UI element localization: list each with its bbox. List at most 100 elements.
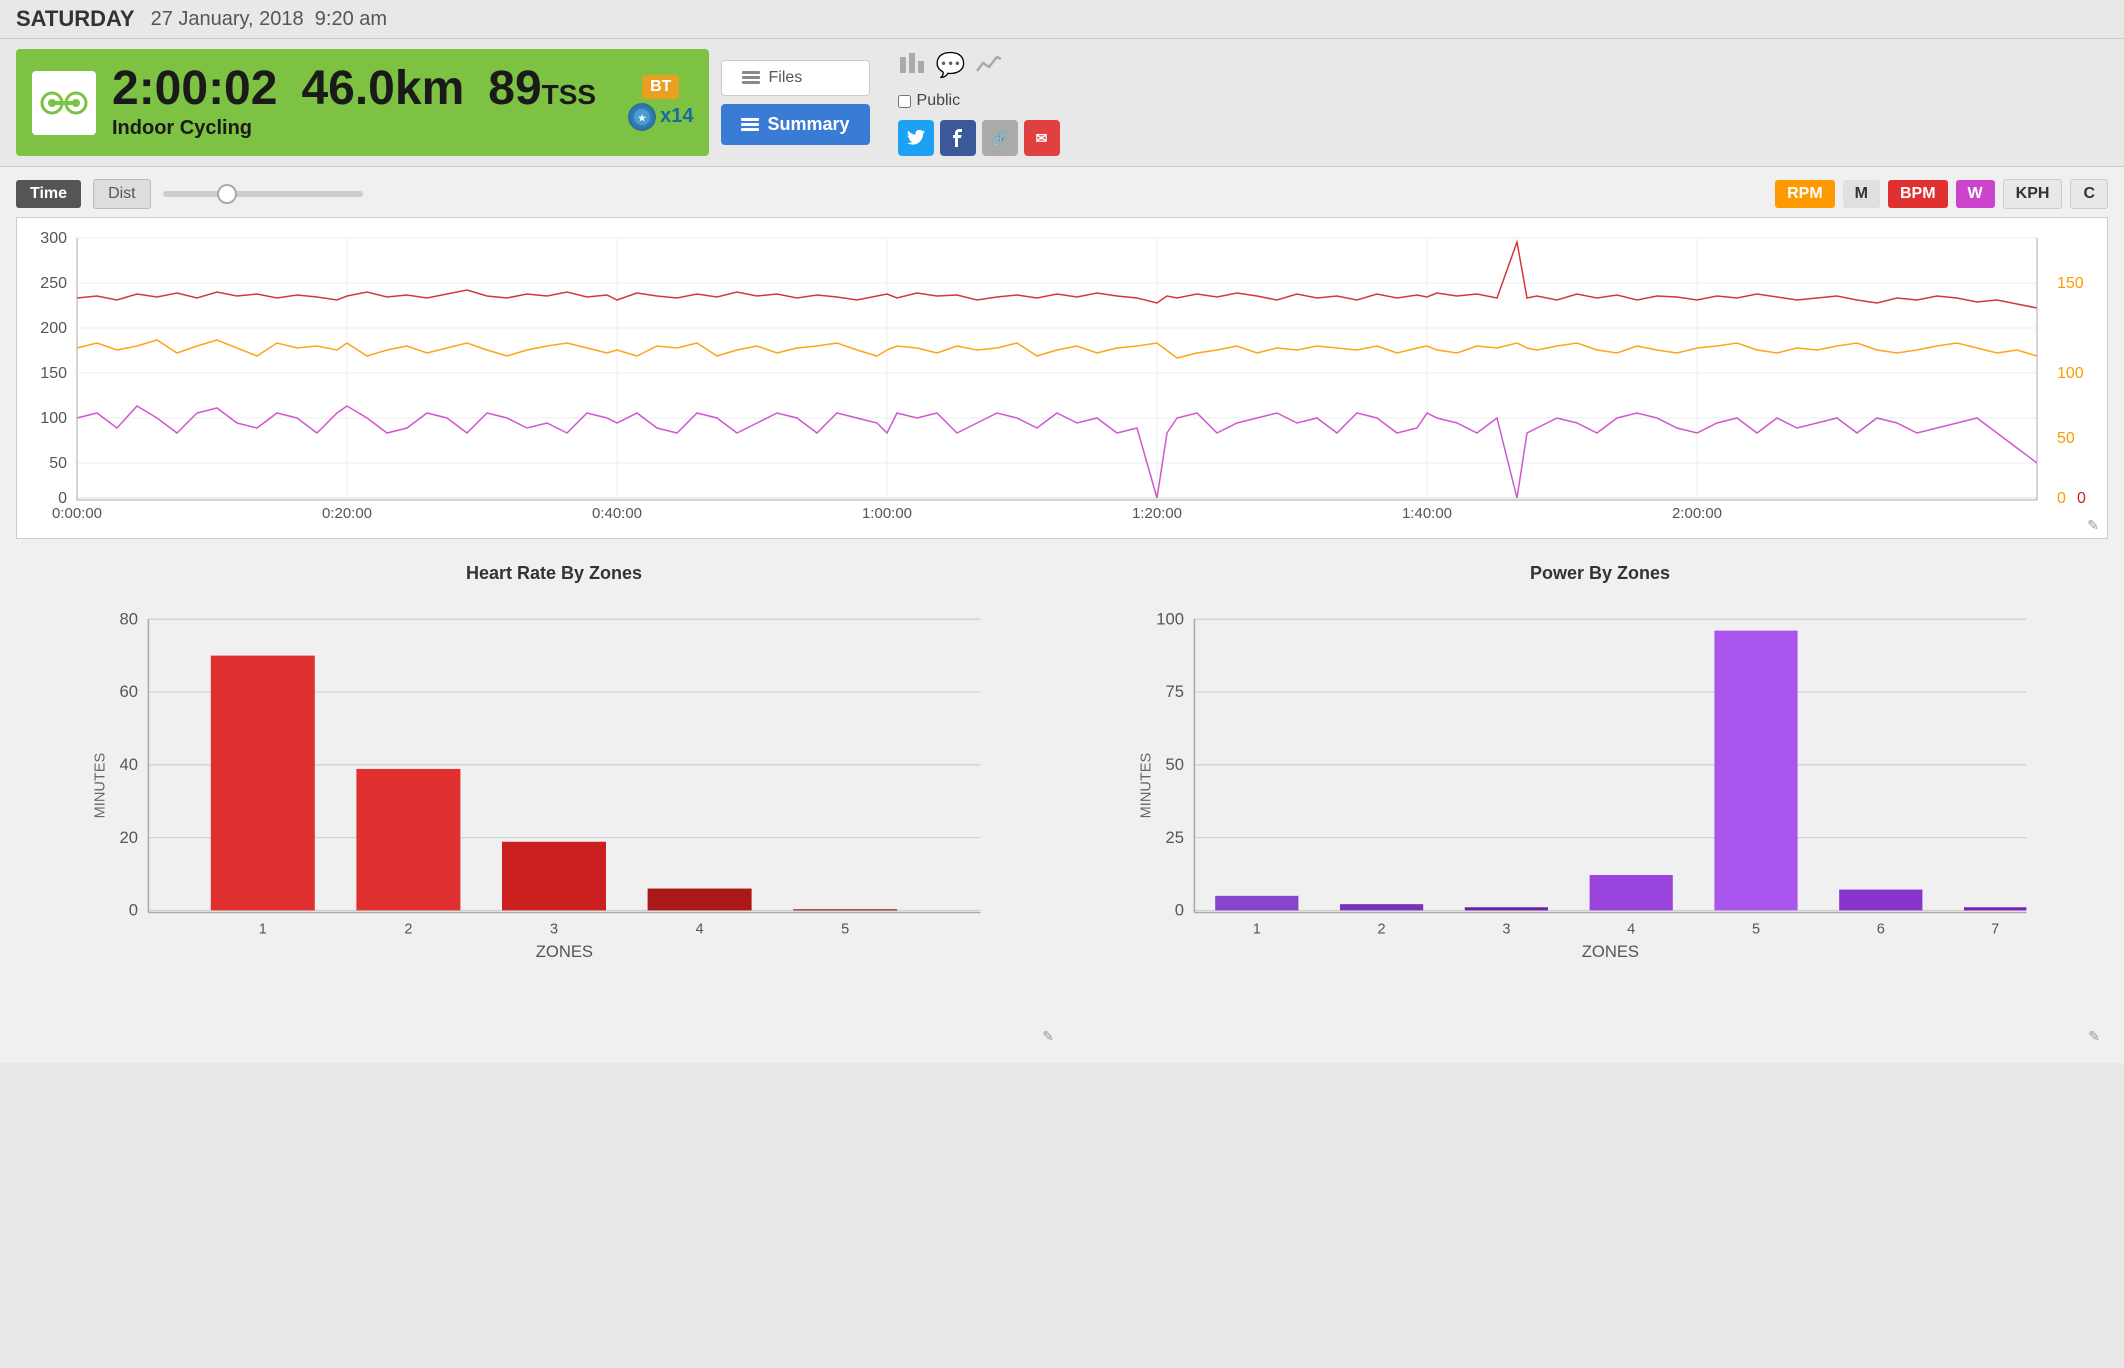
c-button[interactable]: C — [2070, 179, 2108, 209]
dist-button[interactable]: Dist — [93, 179, 151, 209]
toolbar-icons: 💬 — [898, 49, 1060, 82]
w-button[interactable]: W — [1956, 180, 1995, 208]
bottom-charts: Heart Rate By Zones 80 60 40 20 0 — [16, 547, 2108, 1051]
chart-range-slider[interactable] — [163, 191, 363, 197]
activity-badges: BT ★ x14 — [628, 75, 693, 131]
svg-text:1:00:00: 1:00:00 — [862, 505, 912, 522]
svg-text:3: 3 — [1502, 921, 1510, 937]
svg-text:150: 150 — [2057, 275, 2084, 292]
svg-text:20: 20 — [120, 828, 139, 847]
svg-text:★: ★ — [638, 113, 647, 123]
twitter-icon — [907, 130, 925, 146]
heart-rate-corner-icon: ✎ — [1042, 1028, 1054, 1045]
time-series-svg: 300 250 200 150 100 50 0 150 100 50 0 0 … — [17, 218, 2107, 538]
activity-distance: 46.0km — [301, 65, 464, 113]
svg-text:50: 50 — [2057, 430, 2075, 447]
svg-text:100: 100 — [1156, 609, 1184, 628]
svg-text:100: 100 — [2057, 365, 2084, 382]
activity-duration: 2:00:02 — [112, 65, 277, 113]
svg-text:0:00:00: 0:00:00 — [52, 505, 102, 522]
svg-text:0: 0 — [1175, 901, 1184, 920]
facebook-icon — [953, 129, 963, 147]
social-section: 💬 Public 🔗 ✉ — [898, 49, 1060, 156]
svg-text:5: 5 — [1752, 921, 1760, 937]
power-corner-icon: ✎ — [2088, 1028, 2100, 1045]
summary-button[interactable]: Summary — [721, 104, 869, 145]
social-share: 🔗 ✉ — [898, 120, 1060, 156]
header-bar: SATURDAY 27 January, 2018 9:20 am — [0, 0, 2124, 39]
header-date: 27 January, 2018 9:20 am — [151, 8, 387, 31]
svg-text:2:00:00: 2:00:00 — [1672, 505, 1722, 522]
svg-text:100: 100 — [40, 410, 67, 427]
svg-text:1:20:00: 1:20:00 — [1132, 505, 1182, 522]
svg-text:50: 50 — [49, 455, 67, 472]
chart-controls: Time Dist RPM M BPM W KPH C — [16, 179, 2108, 209]
public-checkbox[interactable]: Public — [898, 92, 1060, 110]
chart-corner-icon: ✎ — [2087, 517, 2099, 534]
public-input[interactable] — [898, 95, 911, 108]
activity-section: 2:00:02 46.0km 89TSS Indoor Cycling BT ★ — [0, 39, 2124, 167]
svg-text:1: 1 — [259, 921, 267, 937]
svg-text:6: 6 — [1877, 921, 1885, 937]
svg-text:ZONES: ZONES — [1582, 942, 1639, 961]
kph-button[interactable]: KPH — [2003, 179, 2063, 209]
bt-badge: BT — [642, 75, 679, 99]
svg-text:0:20:00: 0:20:00 — [322, 505, 372, 522]
bar-chart-icon[interactable] — [898, 49, 926, 82]
trend-icon[interactable] — [975, 49, 1003, 82]
svg-text:MINUTES: MINUTES — [1139, 753, 1155, 819]
m-button[interactable]: M — [1843, 180, 1880, 208]
medal-badge: ★ x14 — [628, 103, 693, 131]
heart-rate-chart: Heart Rate By Zones 80 60 40 20 0 — [16, 547, 1062, 1051]
facebook-button[interactable] — [940, 120, 976, 156]
twitter-button[interactable] — [898, 120, 934, 156]
svg-text:0:40:00: 0:40:00 — [592, 505, 642, 522]
heart-rate-svg: 80 60 40 20 0 MINUTES — [86, 596, 1022, 996]
files-button[interactable]: Files — [721, 60, 869, 96]
svg-text:250: 250 — [40, 275, 67, 292]
svg-text:80: 80 — [120, 609, 139, 628]
main-chart-section: Time Dist RPM M BPM W KPH C — [0, 167, 2124, 1063]
power-chart: Power By Zones 100 75 50 25 0 — [1062, 547, 2108, 1051]
svg-text:300: 300 — [40, 230, 67, 247]
link-button[interactable]: 🔗 — [982, 120, 1018, 156]
svg-text:5: 5 — [841, 921, 849, 937]
activity-tss: 89TSS — [488, 65, 596, 113]
svg-text:1: 1 — [1253, 921, 1261, 937]
email-button[interactable]: ✉ — [1024, 120, 1060, 156]
svg-text:40: 40 — [120, 755, 139, 774]
svg-text:0: 0 — [2077, 490, 2086, 507]
action-buttons-container: Files Summary — [721, 49, 869, 156]
header-day: SATURDAY — [16, 6, 135, 32]
svg-text:60: 60 — [120, 682, 139, 701]
activity-card: 2:00:02 46.0km 89TSS Indoor Cycling BT ★ — [16, 49, 709, 156]
svg-text:7: 7 — [1991, 921, 1999, 937]
time-button[interactable]: Time — [16, 180, 81, 208]
rpm-button[interactable]: RPM — [1775, 180, 1835, 208]
power-title: Power By Zones — [1132, 563, 2068, 584]
svg-text:0: 0 — [129, 901, 138, 920]
medal-icon: ★ — [628, 103, 656, 131]
svg-text:4: 4 — [1627, 921, 1635, 937]
svg-text:3: 3 — [550, 921, 558, 937]
heart-rate-title: Heart Rate By Zones — [86, 563, 1022, 584]
svg-text:25: 25 — [1166, 828, 1185, 847]
svg-text:1:40:00: 1:40:00 — [1402, 505, 1452, 522]
files-icon — [742, 71, 760, 85]
bpm-button[interactable]: BPM — [1888, 180, 1948, 208]
svg-text:50: 50 — [1166, 755, 1185, 774]
summary-icon — [741, 118, 759, 132]
activity-icon — [32, 71, 96, 135]
svg-text:150: 150 — [40, 365, 67, 382]
power-svg: 100 75 50 25 0 MINUTES — [1132, 596, 2068, 996]
svg-text:2: 2 — [404, 921, 412, 937]
svg-text:4: 4 — [696, 921, 704, 937]
svg-text:0: 0 — [2057, 490, 2066, 507]
chart-legend: RPM M BPM W KPH C — [1775, 179, 2108, 209]
svg-text:200: 200 — [40, 320, 67, 337]
svg-text:MINUTES: MINUTES — [93, 753, 109, 819]
svg-text:75: 75 — [1166, 682, 1185, 701]
time-series-chart: 300 250 200 150 100 50 0 150 100 50 0 0 … — [16, 217, 2108, 539]
activity-type: Indoor Cycling — [112, 117, 596, 140]
comment-icon[interactable]: 💬 — [936, 51, 966, 80]
